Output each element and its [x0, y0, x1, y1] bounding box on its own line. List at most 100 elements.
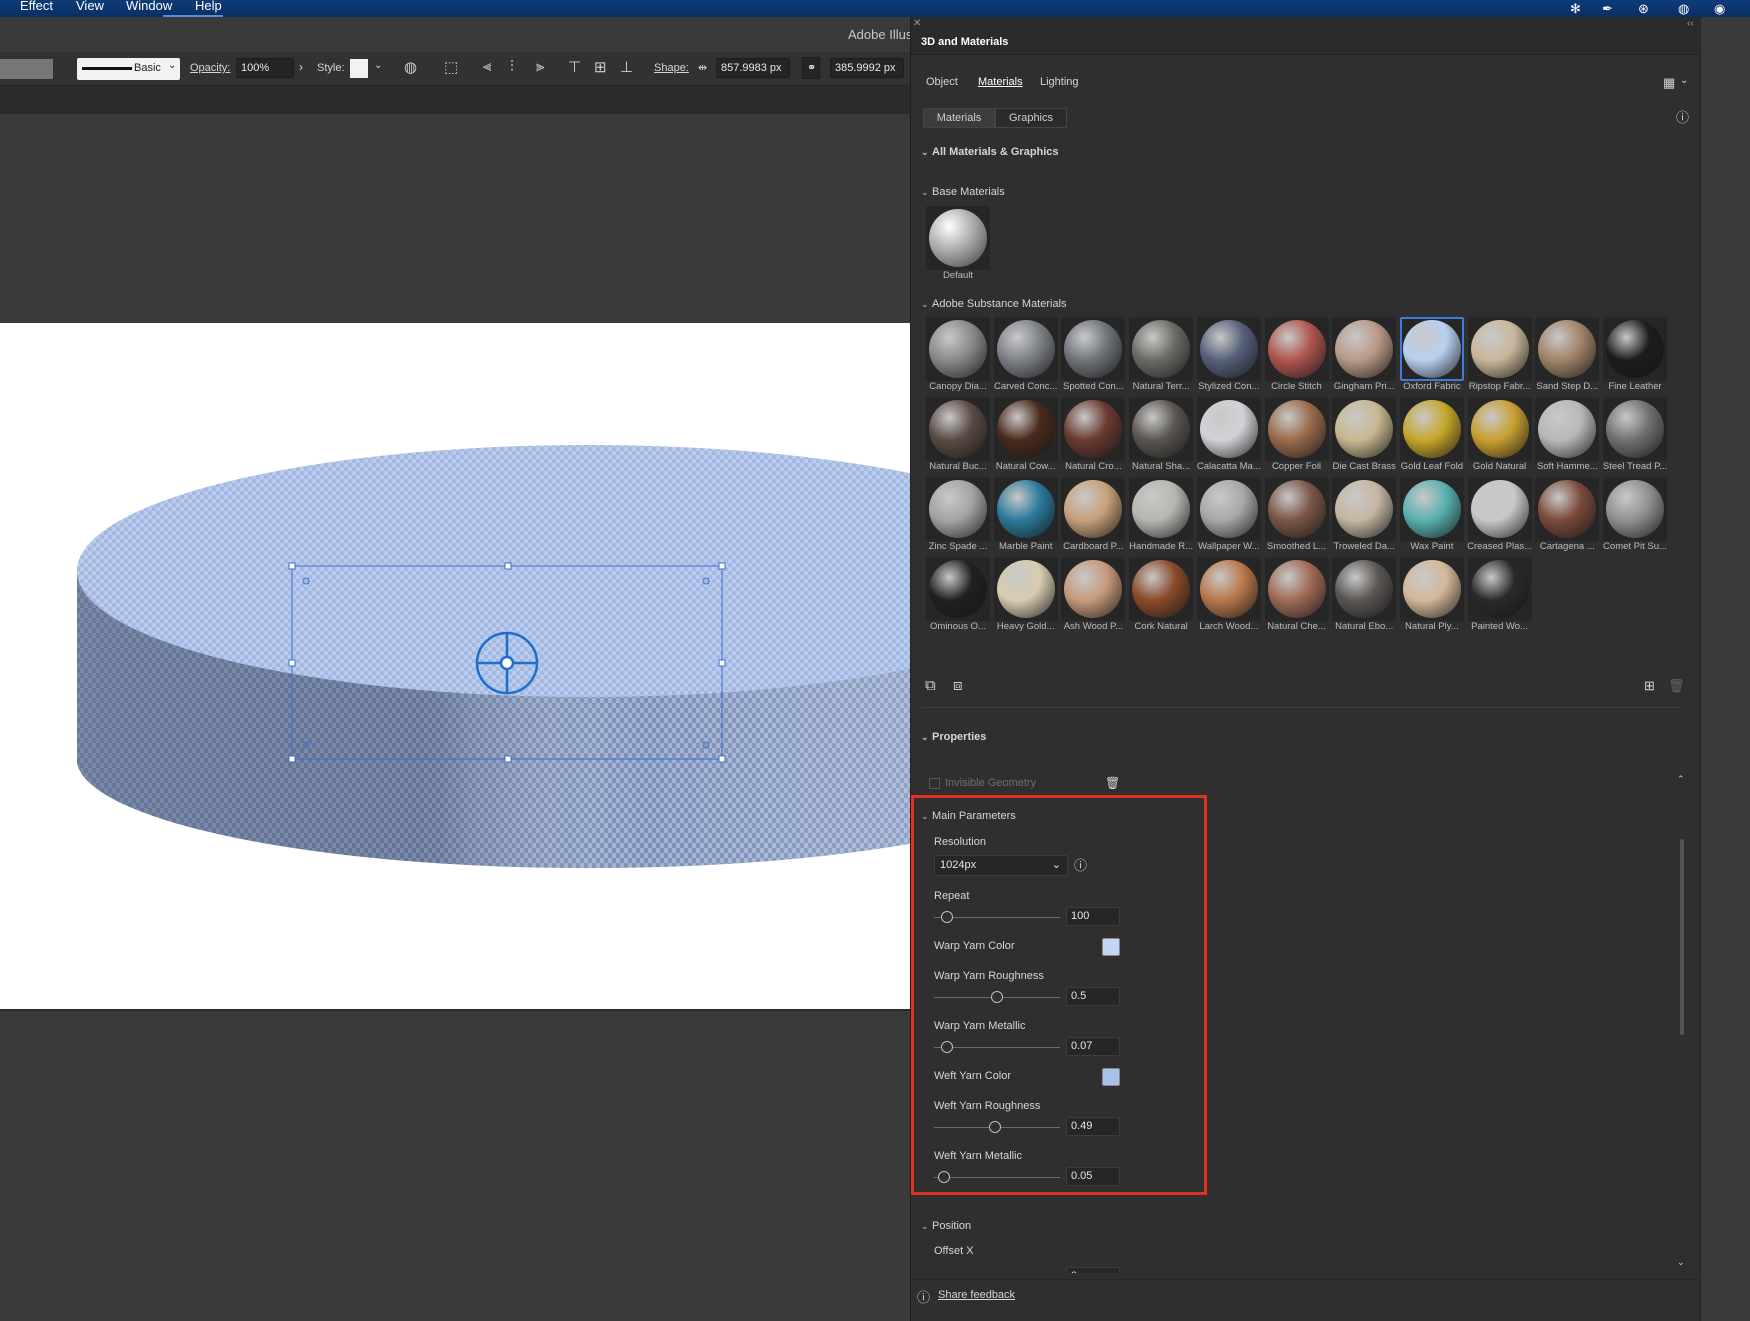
material-swatch[interactable]: Cork Natural	[1129, 557, 1194, 632]
align-middle-icon[interactable]: ⊞	[594, 58, 607, 76]
material-swatch[interactable]: Ominous O...	[926, 557, 990, 632]
material-swatch[interactable]: Gold Leaf Fold	[1399, 397, 1464, 472]
3d-rotate-widget-icon[interactable]	[475, 631, 539, 695]
invisible-geometry-checkbox[interactable]	[929, 778, 940, 789]
material-swatch[interactable]: Stylized Con...	[1196, 317, 1261, 392]
material-swatch[interactable]: Comet Pit Su...	[1603, 477, 1667, 552]
align-center-icon[interactable]: ⫶	[510, 58, 514, 75]
material-swatch[interactable]: Cartagena ...	[1535, 477, 1600, 552]
opacity-field[interactable]: 100%	[236, 58, 294, 78]
material-swatch[interactable]: Ripstop Fabr...	[1467, 317, 1532, 392]
material-swatch[interactable]: Ash Wood P...	[1061, 557, 1126, 632]
segment-materials[interactable]: Materials	[923, 108, 995, 128]
material-swatch[interactable]: Wallpaper W...	[1196, 477, 1261, 552]
3d-cylinder-object[interactable]	[0, 323, 912, 1011]
properties-scrollbar[interactable]: ⌃ ⌄	[1677, 774, 1687, 1268]
base-materials-header[interactable]: ⌄ Base Materials	[921, 186, 1005, 198]
material-swatch[interactable]: Natural Cro...	[1061, 397, 1126, 472]
material-swatch[interactable]: Die Cast Brass	[1332, 397, 1397, 472]
segment-graphics[interactable]: Graphics	[995, 108, 1067, 128]
material-swatch[interactable]: Marble Paint	[993, 477, 1058, 552]
render-options-icon[interactable]: ▦	[1663, 75, 1675, 91]
position-header[interactable]: ⌄ Position	[921, 1220, 971, 1232]
material-swatch[interactable]: Steel Tread P...	[1603, 397, 1667, 472]
creative-cloud-icon[interactable]: ⊛	[1638, 1, 1649, 17]
menu-help[interactable]: Help	[195, 0, 222, 13]
material-swatch[interactable]: Circle Stitch	[1264, 317, 1329, 392]
material-swatch[interactable]: Gingham Pri...	[1332, 317, 1397, 392]
height-field[interactable]: 385.9992 px	[830, 58, 904, 78]
tab-materials[interactable]: Materials	[978, 76, 1023, 88]
recolor-icon[interactable]: ◍	[404, 58, 417, 76]
trash-icon[interactable]: 🗑	[1668, 678, 1685, 694]
material-swatch[interactable]: Handmade R...	[1129, 477, 1194, 552]
material-cube-icon[interactable]: ⧉	[925, 677, 936, 694]
material-swatch[interactable]: Spotted Con...	[1061, 317, 1126, 392]
material-swatch[interactable]: Natural Ply...	[1399, 557, 1464, 632]
material-swatch[interactable]: Oxford Fabric	[1399, 317, 1464, 392]
all-materials-header[interactable]: ⌄ All Materials & Graphics	[921, 146, 1059, 158]
material-swatch[interactable]: Wax Paint	[1399, 477, 1464, 552]
material-swatch[interactable]: Troweled Da...	[1332, 477, 1397, 552]
menu-window[interactable]: Window	[126, 0, 172, 13]
material-swatch[interactable]: Larch Wood...	[1196, 557, 1261, 632]
tab-lighting[interactable]: Lighting	[1040, 76, 1079, 88]
material-swatch[interactable]: Cardboard P...	[1061, 477, 1126, 552]
transform-icon[interactable]: ⬚	[444, 58, 458, 76]
stroke-color-swatch[interactable]	[0, 59, 53, 79]
material-swatch[interactable]: Creased Plas...	[1467, 477, 1532, 552]
width-field[interactable]: 857.9983 px	[716, 58, 790, 78]
opacity-label[interactable]: Opacity:	[190, 62, 230, 74]
globe-icon[interactable]: ◍	[1678, 1, 1689, 17]
chevron-down-icon[interactable]: ⌄	[374, 60, 382, 71]
material-swatch[interactable]: Natural Che...	[1264, 557, 1329, 632]
material-swatch[interactable]: Smoothed L...	[1264, 477, 1329, 552]
offset-x-field[interactable]: 0	[1066, 1267, 1120, 1273]
add-material-icon[interactable]: ⊞	[1644, 678, 1655, 694]
info-icon[interactable]: ⓘ	[1676, 107, 1689, 126]
material-swatch[interactable]: Soft Hamme...	[1535, 397, 1600, 472]
material-swatch[interactable]: Carved Conc...	[993, 317, 1058, 392]
shape-label[interactable]: Shape:	[654, 62, 689, 74]
align-left-icon[interactable]: ⫷	[483, 58, 491, 75]
properties-header[interactable]: ⌄ Properties	[921, 731, 986, 743]
style-swatch[interactable]	[350, 59, 368, 78]
material-swatch[interactable]: Natural Ebo...	[1332, 557, 1397, 632]
material-default[interactable]: Default	[926, 206, 990, 281]
menu-effect[interactable]: Effect	[20, 0, 53, 13]
tab-object[interactable]: Object	[926, 76, 958, 88]
gear-icon[interactable]: ✻	[1570, 1, 1581, 17]
material-swatch[interactable]: Heavy Gold...	[993, 557, 1058, 632]
scroll-down-icon[interactable]: ⌄	[1677, 1257, 1685, 1268]
scroll-up-icon[interactable]: ⌃	[1677, 774, 1685, 785]
menu-view[interactable]: View	[76, 0, 104, 13]
delete-icon[interactable]: 🗑	[1105, 776, 1120, 790]
material-swatch[interactable]: Copper Foil	[1264, 397, 1329, 472]
align-right-icon[interactable]: ⫸	[536, 58, 544, 75]
material-swatch[interactable]: Natural Buc...	[926, 397, 990, 472]
material-swatch[interactable]: Calacatta Ma...	[1196, 397, 1261, 472]
material-swatch[interactable]: Zinc Spade ...	[926, 477, 990, 552]
material-swatch[interactable]: Painted Wo...	[1467, 557, 1532, 632]
align-top-icon[interactable]: ⊤	[568, 58, 581, 76]
material-swatch[interactable]: Sand Step D...	[1535, 317, 1600, 392]
user-icon[interactable]: ◉	[1714, 1, 1725, 17]
material-swatch[interactable]: Natural Sha...	[1129, 397, 1194, 472]
import-material-icon[interactable]: ⧈	[953, 677, 963, 694]
material-swatch[interactable]: Gold Natural	[1467, 397, 1532, 472]
link-icon[interactable]: ⚭	[802, 57, 820, 79]
pen-icon[interactable]: ✒	[1602, 1, 1613, 17]
material-swatch[interactable]: Natural Terr...	[1129, 317, 1194, 392]
close-icon[interactable]: ✕	[913, 18, 921, 29]
share-feedback-link[interactable]: Share feedback	[938, 1289, 1015, 1301]
material-swatch[interactable]: Fine Leather	[1603, 317, 1667, 392]
material-swatch[interactable]: Canopy Dia...	[926, 317, 990, 392]
chevron-down-icon[interactable]: ⌄	[168, 60, 176, 71]
substance-materials-header[interactable]: ⌄ Adobe Substance Materials	[921, 298, 1067, 310]
chevron-down-icon[interactable]: ⌄	[1680, 75, 1688, 86]
align-bottom-icon[interactable]: ⊥	[620, 58, 633, 76]
chevron-right-icon[interactable]: ›	[299, 60, 303, 74]
collapse-icon[interactable]: ‹‹	[1687, 18, 1694, 29]
scrollbar-thumb[interactable]	[1680, 839, 1684, 1035]
material-swatch[interactable]: Natural Cow...	[993, 397, 1058, 472]
